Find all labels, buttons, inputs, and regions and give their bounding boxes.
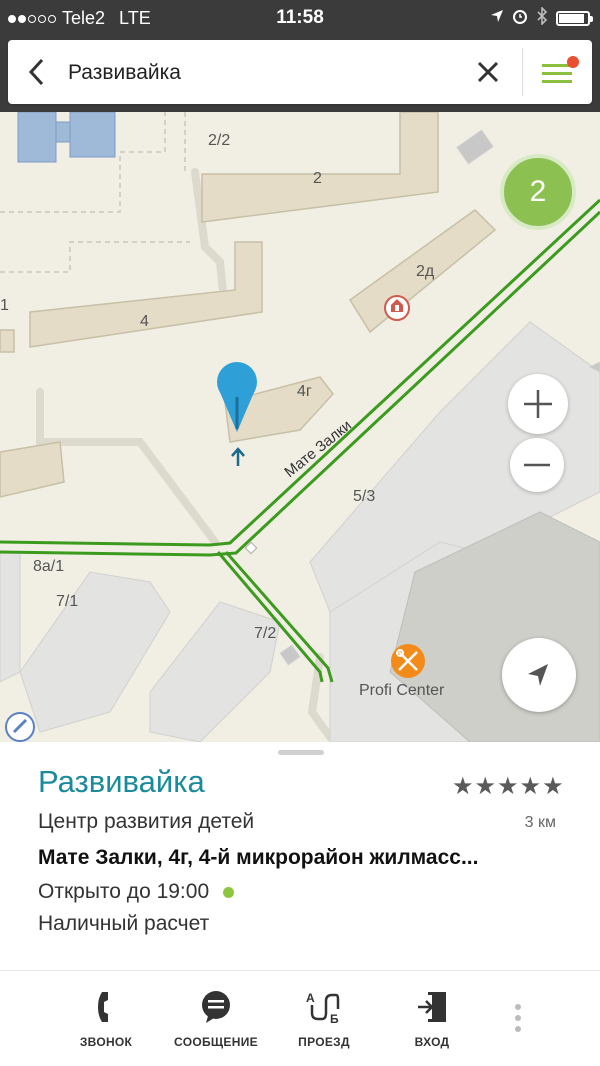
clear-search-button[interactable] <box>470 54 506 90</box>
more-options-button[interactable] <box>510 1001 526 1037</box>
payment-info: Наличный расчет <box>38 912 210 935</box>
location-arrow-icon <box>490 9 504 28</box>
poi-label: Profi Center <box>359 682 445 699</box>
route-label: ПРОЕЗД <box>298 1035 350 1049</box>
entrance-arrow-icon <box>231 447 245 466</box>
building-label: 5/3 <box>353 488 376 505</box>
route-button[interactable]: AБ ПРОЕЗД <box>290 989 358 1049</box>
place-distance: 3 км <box>524 814 556 831</box>
chat-bubble-icon <box>202 991 230 1023</box>
place-category: Центр развития детей <box>38 810 255 833</box>
open-status-dot-icon <box>223 886 235 898</box>
search-bar <box>8 40 592 104</box>
battery-icon <box>556 11 593 26</box>
building-label: 4г <box>297 383 312 400</box>
message-button[interactable]: СООБЩЕНИЕ <box>168 989 264 1049</box>
place-hours: Открыто до 19:00 <box>38 880 235 904</box>
back-arrow-icon <box>28 58 44 86</box>
drag-handle[interactable] <box>278 750 324 755</box>
plus-icon <box>524 390 552 418</box>
status-bar: Tele2 LTE 11:58 <box>0 0 600 36</box>
building-label: 2/2 <box>208 132 231 149</box>
alarm-icon <box>512 8 528 29</box>
search-input[interactable] <box>66 54 460 92</box>
building-label: 1 <box>0 297 9 314</box>
bluetooth-icon <box>536 6 548 30</box>
entrance-button[interactable]: ВХОД <box>404 989 460 1049</box>
scissors-poi-icon <box>391 644 425 678</box>
rating-stars-icon: ★★★★★ <box>452 773 565 800</box>
phone-icon <box>98 992 108 1022</box>
hamburger-menu-icon <box>542 56 579 83</box>
building-label: 2 <box>313 170 322 187</box>
building-label: 7/2 <box>254 625 277 642</box>
place-address: Мате Залки, 4г, 4-й микрорайон жилмасс..… <box>38 846 479 869</box>
message-label: СООБЩЕНИЕ <box>174 1035 258 1049</box>
entrance-label: ВХОД <box>414 1035 450 1049</box>
route-icon: AБ <box>306 991 340 1025</box>
back-button[interactable] <box>22 54 56 90</box>
place-title: Развивайка <box>38 764 205 799</box>
zoom-in-button[interactable] <box>508 374 568 434</box>
clinic-poi-icon <box>384 295 410 321</box>
menu-button[interactable] <box>534 52 584 92</box>
notification-dot-icon <box>567 56 579 68</box>
hours-text: Открыто до 19:00 <box>38 880 210 903</box>
close-icon <box>477 61 499 83</box>
svg-text:Б: Б <box>330 1012 339 1025</box>
building-label: 4 <box>140 313 149 330</box>
building-label: 7/1 <box>56 593 79 610</box>
search-header <box>0 36 600 112</box>
transit-stop-icon <box>5 712 35 742</box>
navigation-arrow-icon <box>528 664 548 686</box>
action-toolbar: ЗВОНОК СООБЩЕНИЕ AБ ПРОЕЗД ВХОД <box>0 970 600 1066</box>
more-vertical-icon <box>515 1004 521 1032</box>
zoom-out-button[interactable] <box>510 438 564 492</box>
divider <box>522 48 523 96</box>
my-location-button[interactable] <box>502 638 576 712</box>
svg-text:A: A <box>306 991 315 1005</box>
building-label: 2д <box>416 263 435 280</box>
call-label: ЗВОНОК <box>79 1035 133 1049</box>
minus-icon <box>524 463 550 467</box>
building-label: 8а/1 <box>33 558 65 575</box>
call-button[interactable]: ЗВОНОК <box>76 989 136 1049</box>
map-view[interactable]: 2/2 2 2д 4 4г 5/3 8а/1 7/1 7/2 1 Мате За… <box>0 112 600 742</box>
cluster-marker[interactable]: 2 <box>500 154 576 230</box>
door-enter-icon <box>418 992 446 1022</box>
place-card[interactable]: Развивайка ★★★★★ Центр развития детей 3 … <box>0 742 600 970</box>
